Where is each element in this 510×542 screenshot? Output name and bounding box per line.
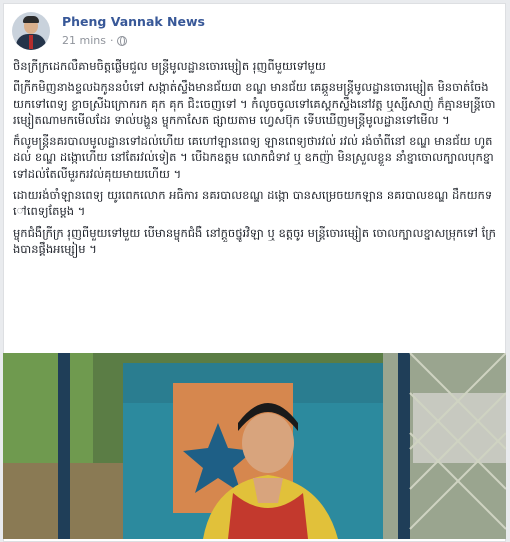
globe-icon[interactable] [117,35,128,46]
post-paragraph-2: ពី​ក្រីក​មិញ​នាង​ខ្ទល​ឯ​កូ​ន​ន​បំ​ទៅ ​សង… [13,80,496,127]
post-paragraph-5: ម្ចុ​ក​ជំ​ងឺ​ក្រីក្រ រុញ​ពី​មួយ​ទៅ​មួយ ប… [13,225,496,256]
post-body: ថិនក្រីក្រ​ដេក​លឺ​គាម​ចិ​ត្ត​ផ្លើម​ជួល​ … [13,58,497,262]
page-name-link[interactable]: Pheng Vannak News [62,14,205,29]
post-photo[interactable] [3,353,506,539]
page-avatar[interactable] [12,12,50,50]
post-timestamp[interactable]: 21 mins [62,34,106,47]
post-header: Pheng Vannak News 21 mins · [12,10,497,54]
avatar-tie-shape [29,35,33,49]
photo-illustration [3,353,506,539]
post-meta: 21 mins · [62,34,128,47]
post-paragraph-1: ថិនក្រីក្រ​ដេក​លឺ​គាម​ចិ​ត្ត​ផ្លើម​ជួល​ … [13,59,326,73]
post-paragraph-3: ក៏​លូ​មន្ត្រី​នគរបាល​មូលដ្ឋាន​ទៅ​ដល់​ហើយ… [13,134,494,181]
avatar-hair-shape [23,16,39,23]
post-paragraph-4: ដោយ​រង់​ចាំ​ឡាន​ពេទ្យ យូរ​ពេក​លោក អធិការ… [13,188,493,219]
